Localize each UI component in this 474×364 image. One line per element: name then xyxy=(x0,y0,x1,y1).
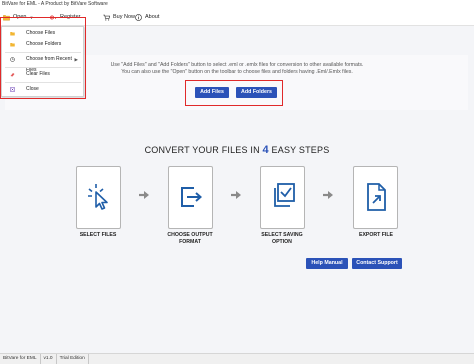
heading-number: 4 xyxy=(262,144,269,156)
step-card-choose-output xyxy=(168,166,213,229)
info-icon xyxy=(135,14,142,21)
step-label-4: EXPORT FILE xyxy=(336,232,416,239)
export-box-icon xyxy=(181,187,203,207)
step-2-label-line1: CHOOSE OUTPUT xyxy=(167,232,213,238)
checkbox-select-icon xyxy=(274,183,295,207)
heading-prefix: CONVERT YOUR FILES IN xyxy=(144,145,260,155)
status-app-name: BitVare for EML xyxy=(0,354,41,364)
status-version: v1.0 xyxy=(41,354,57,364)
step-label-1: SELECT FILES xyxy=(58,232,138,239)
step-label-2: CHOOSE OUTPUT FORMAT xyxy=(150,232,230,246)
status-edition: Trial Edition xyxy=(57,354,89,364)
arrow-right-icon xyxy=(231,191,241,199)
highlight-frame-buttons xyxy=(185,80,283,106)
contact-support-button[interactable]: Contact Support xyxy=(352,258,402,269)
step-3-label-line1: SELECT SAVING xyxy=(261,232,303,238)
arrow-right-icon xyxy=(323,191,333,199)
step-label-3: SELECT SAVING OPTION xyxy=(242,232,322,246)
status-bar: BitVare for EML v1.0 Trial Edition xyxy=(0,353,474,364)
step-card-select-saving xyxy=(260,166,305,229)
step-card-export-file xyxy=(353,166,398,229)
cursor-click-icon xyxy=(88,184,108,210)
about-label: About xyxy=(145,14,160,20)
file-export-icon xyxy=(367,183,386,211)
step-3-label-line2: OPTION xyxy=(272,239,292,245)
arrow-right-icon xyxy=(139,191,149,199)
about-button[interactable]: About xyxy=(135,11,159,24)
window-title: BitVare for EML - A Product by BitVare S… xyxy=(0,0,474,9)
step-card-select-files xyxy=(76,166,121,229)
step-2-label-line2: FORMAT xyxy=(179,239,201,245)
help-manual-button[interactable]: Help Manual xyxy=(306,258,348,269)
step-1-label-line1: SELECT FILES xyxy=(79,232,117,238)
heading-suffix: EASY STEPS xyxy=(271,145,330,155)
step-4-label-line1: EXPORT FILE xyxy=(358,232,393,238)
buy-now-label: Buy Now xyxy=(113,14,136,20)
cart-icon xyxy=(103,14,110,21)
buy-now-button[interactable]: Buy Now xyxy=(103,11,135,24)
steps-heading: CONVERT YOUR FILES IN 4 EASY STEPS xyxy=(0,144,474,156)
highlight-frame-menu xyxy=(0,17,86,99)
